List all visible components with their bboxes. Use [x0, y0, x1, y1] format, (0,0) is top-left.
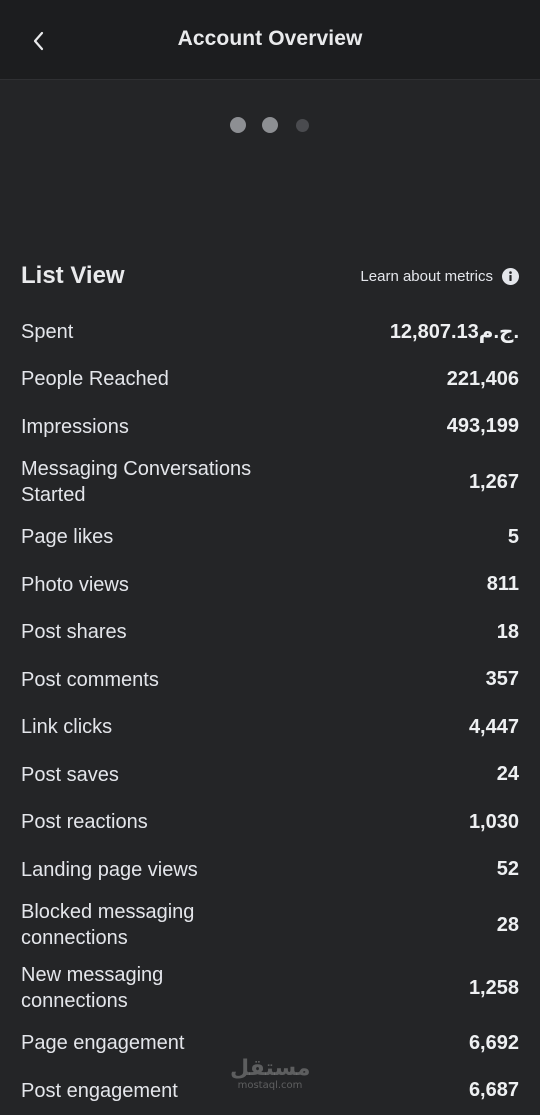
metric-value: 1,267	[468, 470, 519, 493]
learn-about-metrics-label: Learn about metrics	[360, 268, 493, 285]
metric-label: Impressions	[21, 415, 129, 438]
pager-dot-3[interactable]	[296, 118, 309, 132]
pager-dot-1[interactable]	[230, 117, 246, 133]
metric-label: Spent	[21, 320, 74, 343]
metric-row-impressions: Impressions 493,199	[21, 403, 519, 451]
metric-row-page-likes: Page likes 5	[21, 514, 519, 562]
metric-value: 52	[496, 858, 519, 881]
metric-label: Post shares	[21, 621, 127, 644]
metric-value: 6,692	[468, 1031, 519, 1054]
metric-label: Blocked messaging connections	[21, 901, 195, 949]
metric-label: New messaging connections	[21, 964, 164, 1012]
metric-value: 221,406	[446, 367, 519, 390]
watermark-arabic: مستقل	[230, 1056, 311, 1081]
metric-label: Page engagement	[21, 1032, 185, 1055]
metric-value: 6,687	[468, 1079, 519, 1102]
metric-value: 5	[507, 525, 519, 548]
metric-label: Photo views	[21, 573, 129, 596]
metric-value: 24	[496, 763, 519, 786]
metric-row-landing-page-views: Landing page views 52	[21, 846, 519, 894]
metric-row-messaging-conversations: Messaging Conversations Started 1,267	[21, 451, 519, 514]
metric-row-post-shares: Post shares 18	[21, 609, 519, 657]
metric-value: 811	[486, 573, 519, 596]
learn-about-metrics-link[interactable]: Learn about metrics	[360, 268, 519, 285]
metric-value: 18	[496, 620, 519, 643]
metric-row-people-reached: People Reached 221,406	[21, 356, 519, 404]
metric-label: Landing page views	[21, 858, 198, 881]
list-header: List View Learn about metrics	[21, 258, 519, 298]
metric-value: 1,030	[468, 810, 519, 833]
metrics-list: Spent 12,807.13ج.م. People Reached 221,4…	[21, 308, 519, 1115]
metric-row-post-saves: Post saves 24	[21, 751, 519, 799]
metric-value: 493,199	[446, 415, 519, 438]
metric-value: 12,807.13ج.م.	[389, 321, 519, 344]
watermark-latin: mostaql.com	[237, 1080, 303, 1091]
metric-row-post-reactions: Post reactions 1,030	[21, 799, 519, 847]
page-title: Account Overview	[177, 27, 363, 50]
metric-row-photo-views: Photo views 811	[21, 561, 519, 609]
metric-value: 357	[485, 668, 519, 691]
metric-row-post-comments: Post comments 357	[21, 656, 519, 704]
metric-label: Post comments	[21, 668, 159, 691]
metric-value: 1,258	[468, 976, 519, 999]
metric-label: Messaging Conversations Started	[21, 458, 252, 506]
metric-label: Page likes	[21, 526, 114, 549]
pager-dot-2[interactable]	[262, 117, 278, 133]
watermark-logo: مستقل mostaql.com	[230, 1058, 310, 1092]
metric-row-link-clicks: Link clicks 4,447	[21, 704, 519, 752]
list-title: List View	[21, 262, 125, 289]
info-icon	[502, 268, 519, 285]
metric-value: 28	[496, 913, 519, 936]
metric-label: Link clicks	[21, 716, 113, 739]
top-bar: Account Overview	[0, 0, 540, 80]
metric-value: 4,447	[468, 715, 519, 738]
metric-row-spent: Spent 12,807.13ج.م.	[21, 308, 519, 356]
carousel-pager	[230, 117, 309, 133]
metric-label: Post saves	[21, 763, 119, 786]
metric-row-new-messaging: New messaging connections 1,258	[21, 957, 519, 1020]
metric-label: Post engagement	[21, 1079, 178, 1102]
metric-label: People Reached	[21, 368, 169, 391]
metric-label: Post reactions	[21, 811, 148, 834]
metric-row-blocked-messaging: Blocked messaging connections 28	[21, 894, 519, 957]
